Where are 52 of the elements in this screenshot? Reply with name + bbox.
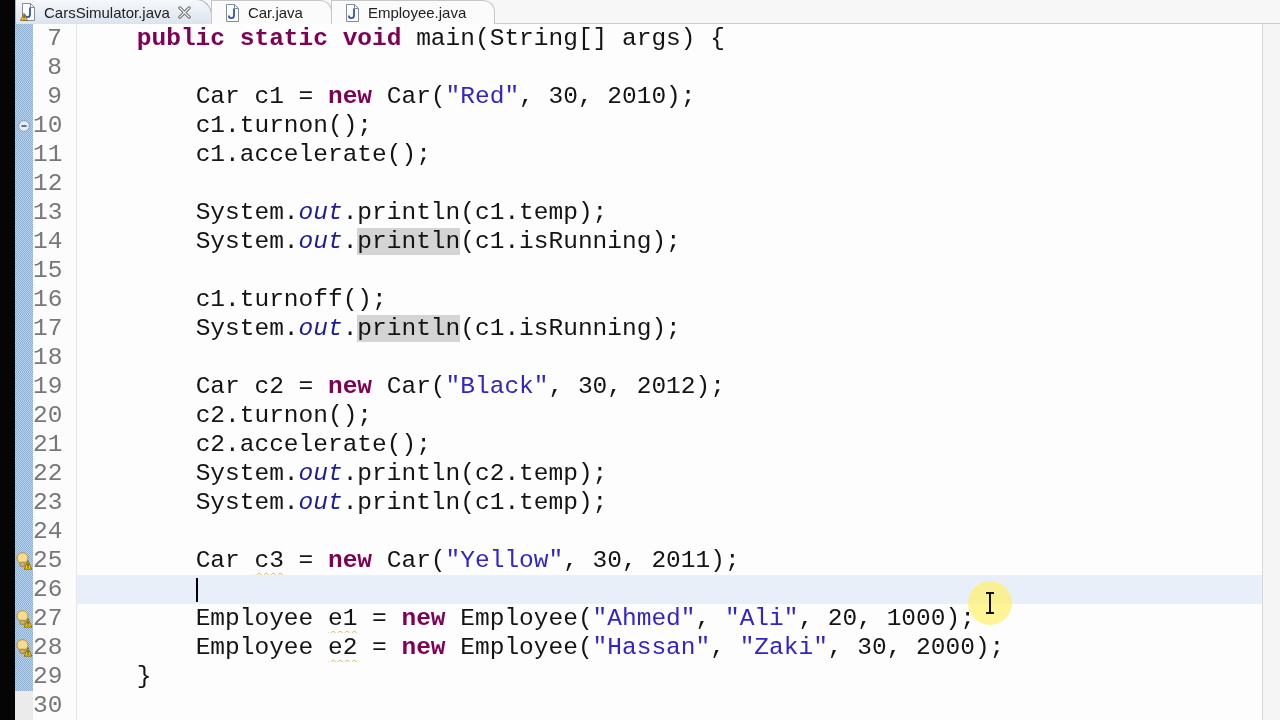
lightbulb-warning-icon xyxy=(16,551,32,570)
lightbulb-warning-icon xyxy=(16,638,32,657)
line-number: 18 xyxy=(33,343,64,372)
code-line: c1.turnon(); xyxy=(195,112,373,139)
minus-circle-icon xyxy=(18,119,30,132)
line-number: 26 xyxy=(33,575,64,604)
line-number: 11 xyxy=(33,140,64,169)
line-number: 10 xyxy=(33,111,64,140)
code-line: c1.turnoff(); xyxy=(195,286,387,313)
line-number: 14 xyxy=(33,227,64,256)
line-number: 28 xyxy=(33,633,64,662)
close-icon[interactable] xyxy=(177,5,191,19)
code-line: } xyxy=(136,663,152,690)
lightbulb-warning-icon xyxy=(16,609,32,628)
code-editor[interactable] xyxy=(15,24,1262,720)
line-number: 16 xyxy=(33,285,64,314)
code-line: System.out.println(c1.isRunning); xyxy=(195,315,681,342)
line-number: 13 xyxy=(33,198,64,227)
line-number: 7 xyxy=(46,24,63,53)
line-number: 29 xyxy=(33,662,64,691)
code-line: Employee e1 = new Employee("Ahmed", "Ali", 20, 1000); xyxy=(195,605,975,632)
code-line: Car c3 = new Car("Yellow", 30, 2011); xyxy=(195,547,740,574)
line-number: 12 xyxy=(33,169,64,198)
code-line: System.out.println(c2.temp); xyxy=(195,460,608,487)
text-cursor-icon xyxy=(968,581,1012,625)
line-number: 27 xyxy=(33,604,64,633)
code-line: System.out.println(c1.temp); xyxy=(195,199,608,226)
editor-tab[interactable]: Car.java xyxy=(210,0,332,24)
line-number: 20 xyxy=(33,401,64,430)
code-line: Employee e2 = new Employee("Hassan", "Zaki", 30, 2000); xyxy=(195,634,1005,661)
line-number: 30 xyxy=(33,691,64,720)
line-number: 22 xyxy=(33,459,64,488)
line-number: 23 xyxy=(33,488,64,517)
editor-tab[interactable]: Employee.java xyxy=(330,0,496,24)
line-number: 24 xyxy=(33,517,64,546)
code-line: Car c2 = new Car("Black", 30, 2012); xyxy=(195,373,725,400)
editor-tab[interactable]: CarsSimulator.java xyxy=(15,0,212,24)
line-number: 19 xyxy=(33,372,64,401)
line-number: 8 xyxy=(46,53,63,82)
line-number: 17 xyxy=(33,314,64,343)
line-number: 9 xyxy=(46,82,63,111)
code-line: public static void main(String[] args) { xyxy=(136,25,725,52)
code-line: c1.accelerate(); xyxy=(195,141,431,168)
line-number: 25 xyxy=(33,546,64,575)
code-line: System.out.println(c1.temp); xyxy=(195,489,608,516)
text-caret xyxy=(195,577,198,602)
code-line: System.out.println(c1.isRunning); xyxy=(195,228,681,255)
code-line: c2.accelerate(); xyxy=(195,431,431,458)
code-line: c2.turnon(); xyxy=(195,402,373,429)
code-line: Car c1 = new Car("Red", 30, 2010); xyxy=(195,83,696,110)
line-number: 15 xyxy=(33,256,64,285)
line-number: 21 xyxy=(33,430,64,459)
